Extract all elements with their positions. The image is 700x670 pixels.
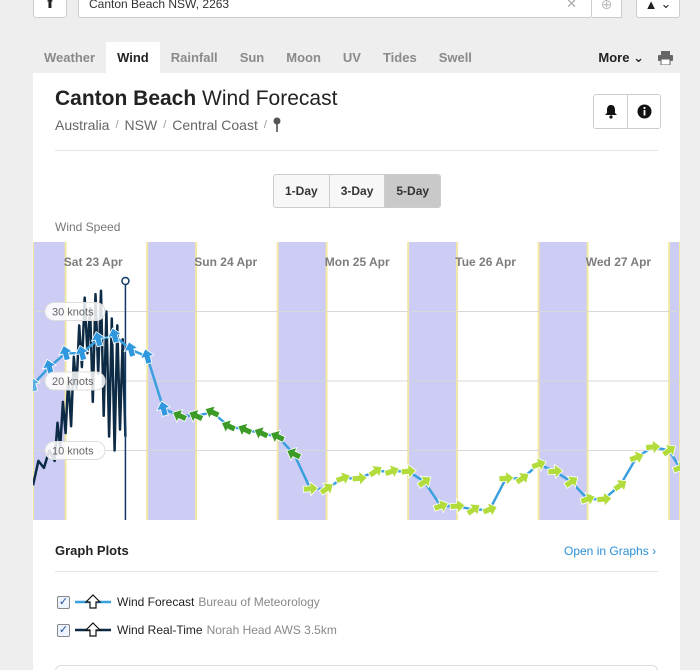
- info-icon: [637, 104, 651, 119]
- legend-wind-forecast-source: Bureau of Meteorology: [198, 595, 320, 609]
- crosshair-icon: ⊕: [600, 0, 613, 12]
- title-suffix: Wind Forecast: [202, 87, 338, 110]
- breadcrumb-separator: /: [163, 119, 167, 131]
- breadcrumb-region[interactable]: Central Coast: [172, 117, 258, 133]
- wind-speed-chart[interactable]: Sat 23 Apr Sun 24 Apr Mon 25 Apr Tue 26 Apr…: [33, 242, 680, 520]
- tab-weather[interactable]: Weather: [33, 42, 106, 73]
- chevron-down-icon: ⌄: [633, 50, 644, 65]
- top-bar: ⬆ Canton Beach NSW, 2263 ✕ ⊕ ▲ ⌄: [0, 0, 700, 20]
- info-button[interactable]: [627, 95, 660, 128]
- tab-tides[interactable]: Tides: [372, 42, 428, 73]
- print-button[interactable]: [650, 42, 680, 73]
- tab-moon[interactable]: Moon: [275, 42, 332, 73]
- day-label: Tue 26 Apr: [455, 255, 516, 269]
- search-input[interactable]: Canton Beach NSW, 2263 ✕: [78, 0, 592, 18]
- breadcrumb-separator: /: [263, 119, 267, 131]
- y-tick-label: 30 knots: [52, 307, 94, 319]
- y-tick-label: 10 knots: [52, 446, 94, 458]
- more-label: More: [598, 50, 630, 65]
- location-button[interactable]: ⬆: [33, 0, 67, 18]
- day-label: Sat 23 Apr: [64, 255, 123, 269]
- breadcrumb: Australia / NSW / Central Coast /: [55, 117, 281, 133]
- legend-wind-realtime-label: Wind Real-Time: [117, 623, 203, 637]
- chevron-right-icon: ›: [652, 544, 657, 558]
- breadcrumb-country[interactable]: Australia: [55, 117, 109, 133]
- graph-plots-divider: [55, 571, 658, 572]
- day-label: Sun 24 Apr: [194, 255, 257, 269]
- y-tick-label: 20 knots: [52, 376, 94, 388]
- tab-sun[interactable]: Sun: [229, 42, 276, 73]
- navy-arrow-icon: [75, 622, 111, 637]
- search-value: Canton Beach NSW, 2263: [89, 0, 230, 11]
- day-label: Mon 25 Apr: [325, 255, 390, 269]
- tab-rainfall[interactable]: Rainfall: [160, 42, 229, 73]
- place-name: Canton Beach: [55, 87, 197, 110]
- location-arrow-icon: ⬆: [44, 0, 56, 11]
- header-divider: [55, 150, 658, 151]
- printer-icon: [657, 50, 673, 65]
- tab-swell[interactable]: Swell: [428, 42, 483, 73]
- range-5-day-button[interactable]: 5-Day: [384, 175, 441, 207]
- range-1-day-button[interactable]: 1-Day: [274, 175, 329, 207]
- tab-uv[interactable]: UV: [332, 42, 372, 73]
- alert-info-buttons: [593, 94, 661, 129]
- range-selector: 1-Day 3-Day 5-Day: [273, 174, 442, 208]
- breadcrumb-separator: /: [115, 119, 119, 131]
- alerts-button[interactable]: [594, 95, 627, 128]
- warnings-button[interactable]: ▲ ⌄: [636, 0, 680, 18]
- next-section: [55, 665, 658, 670]
- range-3-day-button[interactable]: 3-Day: [328, 175, 385, 207]
- wind-forecast-checkbox[interactable]: ✓: [57, 595, 70, 609]
- blue-arrow-icon: [75, 594, 111, 609]
- open-in-graphs-link[interactable]: Open in Graphs ›: [564, 544, 656, 558]
- day-label: Wed 27 Apr: [586, 255, 652, 269]
- open-in-graphs-label: Open in Graphs: [564, 544, 649, 558]
- forecast-tabs: Weather Wind Rainfall Sun Moon UV Tides …: [33, 42, 680, 73]
- clear-icon[interactable]: ✕: [566, 0, 577, 12]
- wind-realtime-checkbox[interactable]: ✓: [57, 623, 70, 637]
- gps-button[interactable]: ⊕: [592, 0, 622, 18]
- more-menu[interactable]: More ⌄: [587, 42, 650, 73]
- wind-forecast-card: Canton Beach Wind Forecast Australia / N…: [33, 73, 680, 670]
- legend-wind-realtime-source: Norah Head AWS 3.5km: [206, 623, 337, 637]
- current-time-marker: [121, 276, 130, 286]
- bell-icon: [604, 105, 617, 119]
- page-title: Canton Beach Wind Forecast: [55, 87, 337, 111]
- legend-wind-realtime[interactable]: ✓ Wind Real-Time Norah Head AWS 3.5km: [57, 622, 337, 638]
- chevron-down-icon: ⌄: [660, 0, 672, 11]
- graph-plots-title: Graph Plots: [55, 543, 129, 558]
- map-pin-icon[interactable]: [273, 117, 281, 133]
- tab-wind[interactable]: Wind: [106, 42, 160, 73]
- chart-label: Wind Speed: [55, 220, 121, 234]
- legend-wind-forecast-label: Wind Forecast: [117, 595, 195, 609]
- legend-wind-forecast[interactable]: ✓ Wind Forecast Bureau of Meteorology: [57, 594, 320, 610]
- breadcrumb-state[interactable]: NSW: [125, 117, 158, 133]
- warning-icon: ▲: [644, 0, 658, 12]
